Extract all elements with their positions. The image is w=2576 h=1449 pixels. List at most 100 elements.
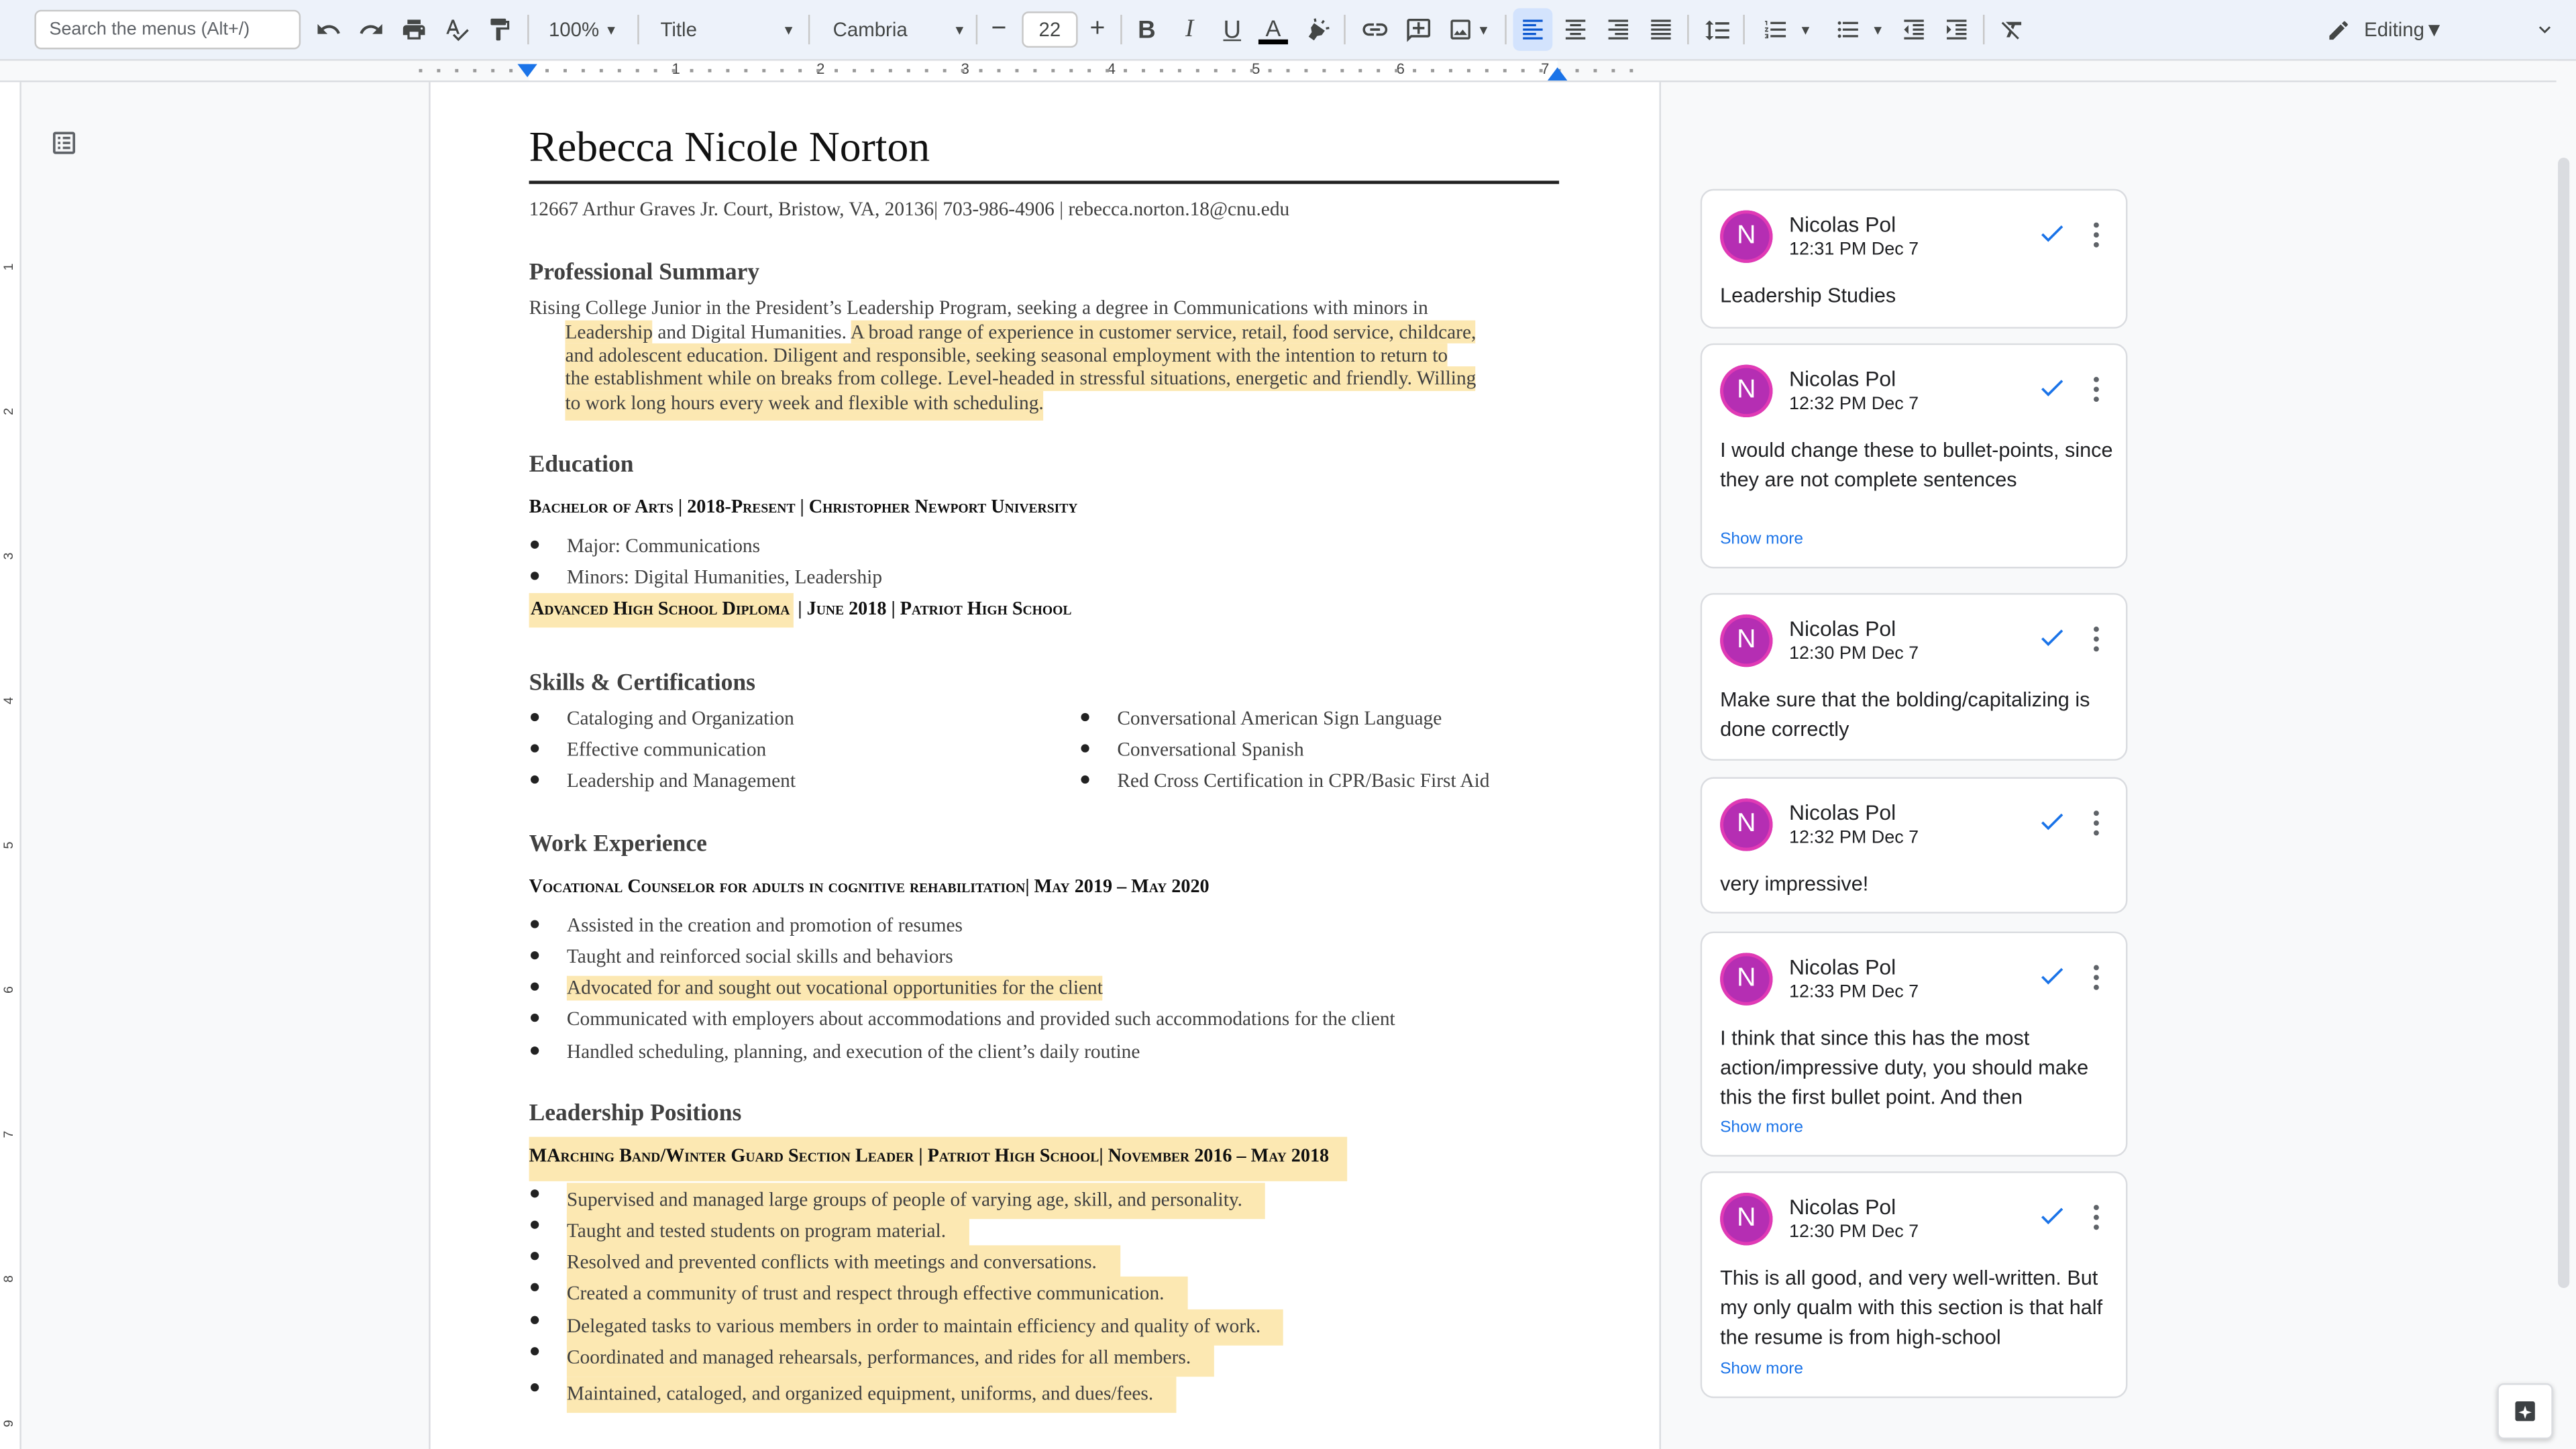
explore-button[interactable] (2497, 1383, 2553, 1440)
bullet-dot (531, 1046, 539, 1055)
font-select[interactable]: Cambria ▼ (822, 8, 973, 51)
decrease-font-size-button[interactable]: − (983, 8, 1016, 51)
work-heading[interactable]: Work Experience (529, 831, 707, 859)
comment-author: Nicolas Pol (1788, 211, 1896, 237)
text-color-button[interactable]: A (1255, 8, 1291, 51)
add-comment-icon[interactable] (1400, 8, 1436, 51)
paragraph-style-select[interactable]: Title ▼ (651, 8, 802, 51)
redo-icon[interactable] (355, 8, 388, 51)
check-icon[interactable] (2037, 219, 2067, 248)
italic-button[interactable]: I (1173, 8, 1206, 51)
paint-format-icon[interactable] (483, 8, 516, 51)
more-vert-icon[interactable] (2093, 222, 2100, 248)
more-vert-icon[interactable] (2093, 965, 2100, 991)
more-vert-icon[interactable] (2093, 1204, 2100, 1230)
degree-line[interactable]: Bachelor of Arts | 2018-Present | Christ… (529, 498, 1078, 517)
comment-card[interactable]: N Nicolas Pol 12:30 PM Dec 7 This is all go… (1700, 1171, 2128, 1399)
insert-image-button[interactable]: ▼ (1442, 8, 1495, 51)
editing-mode-select[interactable]: Editing ▼ (2313, 8, 2510, 51)
ruler-tick (1593, 68, 1597, 72)
summary-line[interactable]: to work long hours every week and flexib… (565, 390, 1044, 420)
chevron-down-icon: ▼ (782, 22, 796, 38)
show-more-link[interactable]: Show more (1720, 1360, 1803, 1379)
check-icon[interactable] (2037, 1201, 2067, 1230)
outline-icon[interactable] (49, 128, 82, 161)
job-title-line[interactable]: Vocational Counselor for adults in cogni… (529, 877, 1210, 897)
ruler-tick (1124, 68, 1128, 72)
comment-text: I would change these to bullet-points, s… (1720, 438, 2113, 492)
summary-heading[interactable]: Professional Summary (529, 260, 760, 288)
increase-font-size-button[interactable]: + (1081, 8, 1114, 51)
zoom-select[interactable]: 100% ▼ (539, 8, 624, 51)
show-more-link[interactable]: Show more (1720, 1119, 1803, 1137)
vertical-ruler[interactable]: 1 2 3 4 5 6 7 8 9 (0, 82, 21, 1449)
comment-card[interactable]: N Nicolas Pol 12:30 PM Dec 7 Make sure that… (1700, 593, 2128, 761)
comment-card[interactable]: N Nicolas Pol 12:32 PM Dec 7 I would change… (1700, 343, 2128, 569)
ruler-tick (943, 68, 947, 72)
resume-name[interactable]: Rebecca Nicole Norton (529, 123, 930, 172)
numbered-list-button[interactable]: ▼ (1755, 8, 1821, 51)
collapse-toolbar-button[interactable] (2530, 8, 2559, 51)
print-icon[interactable] (398, 8, 431, 51)
line-spacing-icon[interactable] (1699, 8, 1735, 51)
horizontal-ruler[interactable]: 1234567 (0, 60, 2557, 83)
right-indent-marker[interactable] (1547, 67, 1568, 81)
comment-highlight[interactable]: Leadership (565, 320, 653, 343)
position-title-line[interactable]: MArching Band/Winter Guard Section Leade… (529, 1146, 1330, 1166)
link-icon[interactable] (1357, 8, 1393, 51)
more-vert-icon[interactable] (2093, 810, 2100, 836)
align-right-icon[interactable] (1600, 8, 1636, 51)
comment-highlight[interactable]: A broad range of experience in customer … (850, 320, 1477, 343)
ruler-tick (1340, 68, 1344, 72)
comment-highlight[interactable]: Maintained, cataloged, and organized equ… (566, 1377, 1177, 1413)
summary-line[interactable]: and adolescent education. Diligent and r… (565, 343, 1448, 368)
bold-button[interactable]: B (1130, 8, 1163, 51)
check-icon[interactable] (2037, 806, 2067, 836)
diploma-line[interactable]: Advanced High School Diploma | June 2018… (529, 593, 1071, 628)
show-more-link[interactable]: Show more (1720, 531, 1803, 549)
check-icon[interactable] (2037, 961, 2067, 991)
summary-line[interactable]: the establishment while on breaks from c… (565, 366, 1477, 390)
scrollbar[interactable] (2558, 158, 2570, 1289)
chevron-down-icon: ▼ (1477, 22, 1491, 38)
ruler-tick (509, 68, 513, 72)
summary-line[interactable]: Rising College Junior in the President’s… (529, 296, 1428, 320)
comment-highlight[interactable]: Advanced High School Diploma (529, 593, 794, 628)
align-center-icon[interactable] (1558, 8, 1594, 51)
search-menus-input[interactable]: Search the menus (Alt+/) (34, 9, 301, 50)
undo-icon[interactable] (312, 8, 345, 51)
decrease-indent-icon[interactable] (1896, 8, 1932, 51)
chevron-down-icon: ▼ (2424, 17, 2445, 42)
comment-highlight[interactable]: Coordinated and managed rehearsals, perf… (566, 1340, 1214, 1377)
ruler-tick (1177, 68, 1181, 72)
check-icon[interactable] (2037, 623, 2067, 652)
leadership-heading[interactable]: Leadership Positions (529, 1101, 742, 1129)
ruler-tick (635, 68, 639, 72)
ruler-tick (455, 68, 459, 72)
spellcheck-icon[interactable] (440, 8, 473, 51)
justify-icon[interactable] (1643, 8, 1679, 51)
bulleted-list-button[interactable]: ▼ (1827, 8, 1892, 51)
comment-highlight[interactable]: Created a community of trust and respect… (566, 1276, 1187, 1313)
clear-formatting-icon[interactable] (1994, 8, 2031, 51)
comment-highlight[interactable]: Advocated for and sought out vocational … (566, 975, 1103, 1001)
ruler-tick (870, 68, 874, 72)
left-indent-marker[interactable] (517, 64, 537, 78)
toolbar-divider (808, 15, 810, 45)
comment-card[interactable]: N Nicolas Pol 12:31 PM Dec 7 Leadership Stu… (1700, 189, 2128, 329)
more-vert-icon[interactable] (2093, 626, 2100, 652)
education-heading[interactable]: Education (529, 451, 634, 480)
comment-card[interactable]: N Nicolas Pol 12:33 PM Dec 7 I think that s… (1700, 931, 2128, 1157)
align-left-icon[interactable] (1513, 8, 1553, 51)
ruler-number: 9 (1, 1419, 16, 1428)
underline-button[interactable]: U (1216, 8, 1248, 51)
more-vert-icon[interactable] (2093, 376, 2100, 402)
check-icon[interactable] (2037, 373, 2067, 402)
contact-line[interactable]: 12667 Arthur Graves Jr. Court, Bristow, … (529, 197, 1290, 222)
skills-heading[interactable]: Skills & Certifications (529, 670, 755, 698)
summary-line[interactable]: Leadership and Digital Humanities. A bro… (565, 320, 1477, 345)
font-size-input[interactable]: 22 (1022, 11, 1078, 48)
highlighter-icon[interactable] (1301, 8, 1334, 51)
comment-card[interactable]: N Nicolas Pol 12:32 PM Dec 7 very impressiv… (1700, 777, 2128, 914)
increase-indent-icon[interactable] (1939, 8, 1975, 51)
